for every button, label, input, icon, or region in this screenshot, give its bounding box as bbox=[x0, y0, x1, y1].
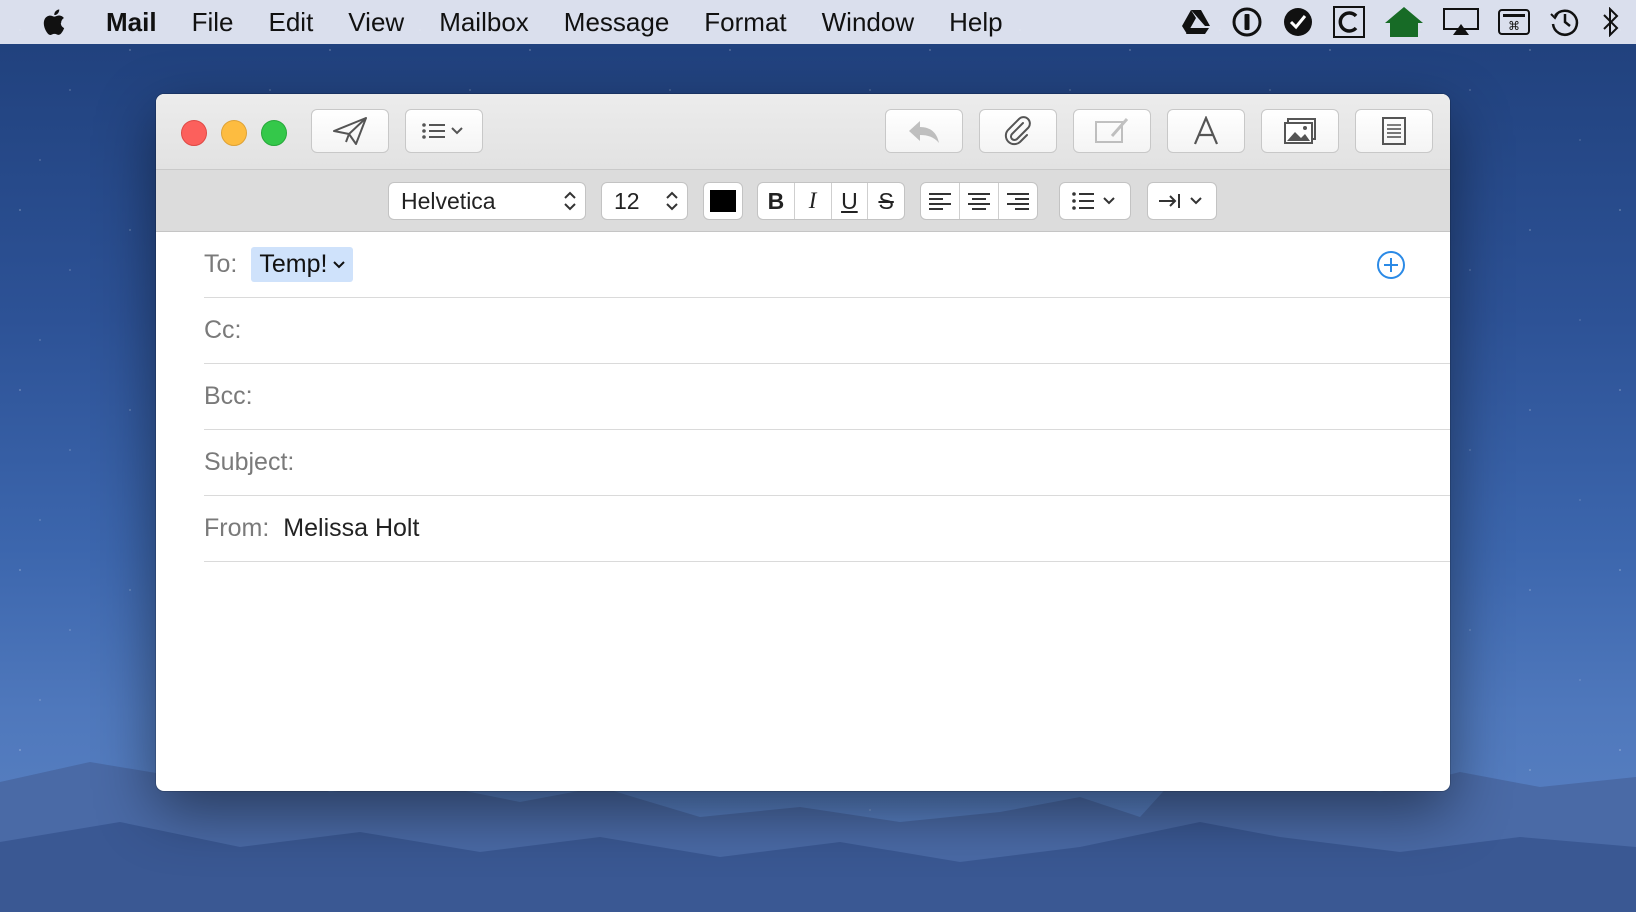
google-drive-icon[interactable] bbox=[1180, 6, 1212, 38]
recipient-name: Temp! bbox=[259, 250, 328, 278]
time-machine-icon[interactable] bbox=[1549, 6, 1581, 38]
menu-message[interactable]: Message bbox=[564, 7, 670, 38]
add-contact-icon[interactable] bbox=[1376, 250, 1406, 280]
checkmark-circle-icon[interactable] bbox=[1282, 6, 1314, 38]
bulleted-list-icon bbox=[1072, 192, 1115, 210]
markup-pen-icon bbox=[1095, 118, 1129, 143]
list-style-menu[interactable] bbox=[1059, 182, 1131, 220]
menu-bar: Mail File Edit View Mailbox Message Form… bbox=[0, 0, 1636, 44]
photo-browser-button[interactable] bbox=[1261, 109, 1339, 153]
reply-button[interactable] bbox=[885, 109, 963, 153]
subject-field-row[interactable]: Subject: bbox=[204, 430, 1450, 496]
message-body[interactable] bbox=[156, 564, 1450, 791]
color-swatch bbox=[710, 190, 736, 212]
menu-file[interactable]: File bbox=[192, 7, 234, 38]
menu-edit[interactable]: Edit bbox=[268, 7, 313, 38]
stepper-arrows-icon bbox=[666, 191, 678, 211]
bcc-field-row[interactable]: Bcc: bbox=[204, 364, 1450, 430]
compose-window: Helvetica 12 B I U S To: Temp! Cc: Bcc: … bbox=[156, 94, 1450, 791]
from-account-value[interactable]: Melissa Holt bbox=[283, 514, 419, 543]
align-right-button[interactable] bbox=[999, 183, 1037, 219]
title-bar bbox=[156, 94, 1450, 169]
zoom-button[interactable] bbox=[261, 120, 287, 146]
recipient-token[interactable]: Temp! bbox=[251, 247, 354, 282]
keyboard-shortcut-icon[interactable]: ⌘ bbox=[1498, 6, 1530, 38]
align-right-icon bbox=[1007, 193, 1029, 210]
airplay-icon[interactable] bbox=[1443, 6, 1479, 38]
markup-button[interactable] bbox=[1073, 109, 1151, 153]
reply-arrow-icon bbox=[909, 121, 939, 143]
chevron-down-icon bbox=[333, 260, 346, 268]
fonts-button[interactable] bbox=[1167, 109, 1245, 153]
align-left-icon bbox=[929, 193, 951, 210]
list-chevron-icon bbox=[422, 123, 463, 139]
1password-icon[interactable] bbox=[1231, 6, 1263, 38]
stationery-icon bbox=[1382, 117, 1406, 145]
font-family-select[interactable]: Helvetica bbox=[388, 182, 586, 220]
menu-view[interactable]: View bbox=[348, 7, 404, 38]
align-center-icon bbox=[968, 193, 990, 210]
paperclip-icon bbox=[1004, 116, 1031, 146]
home-icon[interactable] bbox=[1384, 6, 1424, 38]
status-menu-extras: ⌘ bbox=[1180, 0, 1622, 44]
bluetooth-icon[interactable] bbox=[1600, 6, 1622, 38]
menu-help[interactable]: Help bbox=[949, 7, 1002, 38]
from-field-row[interactable]: From: Melissa Holt bbox=[204, 496, 1450, 562]
bold-button[interactable]: B bbox=[758, 183, 795, 219]
c-app-icon[interactable] bbox=[1333, 6, 1365, 38]
font-size-value: 12 bbox=[614, 187, 640, 214]
subject-label: Subject: bbox=[204, 448, 295, 476]
menu-mailbox[interactable]: Mailbox bbox=[439, 7, 529, 38]
svg-text:⌘: ⌘ bbox=[1508, 19, 1520, 33]
menu-window[interactable]: Window bbox=[822, 7, 914, 38]
send-button[interactable] bbox=[311, 109, 389, 153]
paper-plane-icon bbox=[333, 117, 367, 145]
menu-format[interactable]: Format bbox=[704, 7, 786, 38]
italic-button[interactable]: I bbox=[795, 183, 832, 219]
font-a-icon bbox=[1193, 116, 1219, 145]
from-label: From: bbox=[204, 514, 270, 542]
strikethrough-button[interactable]: S bbox=[868, 183, 904, 219]
alignment-buttons bbox=[920, 182, 1038, 220]
underline-button[interactable]: U bbox=[832, 183, 869, 219]
format-bar: Helvetica 12 B I U S bbox=[156, 169, 1450, 232]
close-button[interactable] bbox=[181, 120, 207, 146]
cc-label: Cc: bbox=[204, 316, 242, 344]
indent-icon bbox=[1159, 194, 1202, 208]
bcc-label: Bcc: bbox=[204, 382, 253, 410]
cc-field-row[interactable]: Cc: bbox=[204, 298, 1450, 364]
stationery-button[interactable] bbox=[1355, 109, 1433, 153]
align-left-button[interactable] bbox=[921, 183, 960, 219]
photo-icon bbox=[1284, 118, 1316, 144]
indent-menu[interactable] bbox=[1147, 182, 1217, 220]
header-fields: To: Temp! Cc: Bcc: Subject: From: Meliss… bbox=[204, 232, 1450, 562]
text-color-well[interactable] bbox=[703, 182, 743, 220]
to-label: To: bbox=[204, 250, 238, 278]
style-buttons: B I U S bbox=[757, 182, 905, 220]
apple-icon[interactable] bbox=[40, 7, 66, 37]
attach-button[interactable] bbox=[979, 109, 1057, 153]
to-field-row[interactable]: To: Temp! bbox=[204, 232, 1450, 298]
stepper-arrows-icon bbox=[564, 191, 576, 211]
header-fields-menu[interactable] bbox=[405, 109, 483, 153]
align-center-button[interactable] bbox=[960, 183, 999, 219]
menu-app-mail[interactable]: Mail bbox=[106, 7, 157, 38]
font-size-select[interactable]: 12 bbox=[601, 182, 688, 220]
minimize-button[interactable] bbox=[221, 120, 247, 146]
font-family-value: Helvetica bbox=[401, 187, 496, 214]
